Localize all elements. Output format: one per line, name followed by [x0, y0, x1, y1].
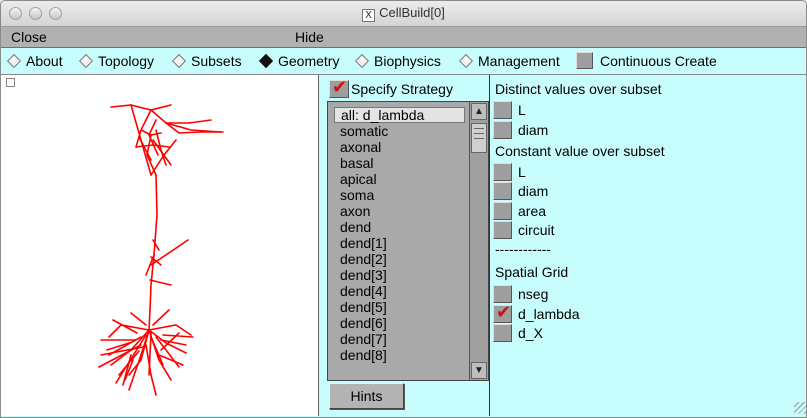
option-label: L: [518, 164, 526, 180]
up-arrow-icon: ▲: [474, 106, 484, 117]
geometry-options-panel: Distinct values over subset L diam Const…: [490, 75, 806, 416]
scroll-thumb[interactable]: [471, 123, 487, 153]
tab-label: Geometry: [278, 53, 340, 69]
list-item[interactable]: dend: [328, 219, 471, 235]
tab-about[interactable]: About: [6, 53, 63, 69]
tab-geometry[interactable]: Geometry: [258, 53, 340, 69]
checkbox-icon: ✔: [493, 302, 512, 323]
spatial-d-x-checkbox[interactable]: d_X: [493, 324, 543, 342]
tab-bar: About Topology Subsets Geometry Biophysi…: [1, 48, 806, 75]
checkbox-icon: [493, 202, 512, 220]
shape-plot-panel[interactable]: [1, 75, 319, 416]
list-item[interactable]: dend[2]: [328, 251, 471, 267]
subset-list-scrollbar[interactable]: ▲ ▼: [469, 102, 488, 380]
tab-subsets[interactable]: Subsets: [171, 53, 242, 69]
list-item[interactable]: dend[3]: [328, 267, 471, 283]
continuous-create-label: Continuous Create: [600, 52, 717, 69]
list-item[interactable]: basal: [328, 155, 471, 171]
checkbox-icon: [493, 221, 512, 239]
window-title: CellBuild[0]: [379, 5, 445, 20]
tab-label: Subsets: [191, 53, 242, 69]
radio-diamond-icon: [78, 53, 94, 69]
distinct-values-heading: Distinct values over subset: [495, 81, 662, 97]
option-label: d_lambda: [518, 306, 580, 322]
neuron-morphology: [98, 104, 224, 396]
checkbox-icon: [576, 52, 593, 69]
cellbuild-window: X CellBuild[0] Close Hide About Topology …: [0, 0, 807, 418]
title-bar[interactable]: X CellBuild[0]: [1, 1, 806, 27]
option-label: circuit: [518, 222, 555, 238]
option-label: diam: [518, 122, 549, 138]
option-label: diam: [518, 183, 549, 199]
radio-diamond-icon: [458, 53, 474, 69]
list-item[interactable]: dend[6]: [328, 315, 471, 331]
radio-diamond-selected-icon: [258, 53, 274, 69]
subset-panel: ✔ Specify Strategy all: d_lambda somatic…: [319, 75, 490, 416]
list-item[interactable]: all: d_lambda: [334, 107, 465, 123]
tab-management[interactable]: Management: [458, 53, 560, 69]
continuous-create-toggle[interactable]: Continuous Create: [576, 52, 717, 69]
list-item[interactable]: apical: [328, 171, 471, 187]
constant-area-checkbox[interactable]: area: [493, 202, 546, 220]
tab-topology[interactable]: Topology: [78, 53, 155, 69]
menubar: Close Hide: [1, 27, 806, 48]
checkmark-icon: ✔: [496, 302, 512, 323]
option-label: d_X: [518, 325, 543, 341]
distinct-L-checkbox[interactable]: L: [493, 101, 526, 119]
tab-label: Biophysics: [374, 53, 441, 69]
checkbox-icon: [493, 285, 512, 303]
radio-diamond-icon: [354, 53, 370, 69]
spatial-nseg-checkbox[interactable]: nseg: [493, 285, 548, 303]
checkbox-icon: [493, 101, 512, 119]
tab-label: Management: [478, 53, 560, 69]
option-label: nseg: [518, 286, 549, 302]
constant-L-checkbox[interactable]: L: [493, 163, 526, 181]
list-item[interactable]: dend[4]: [328, 283, 471, 299]
tab-biophysics[interactable]: Biophysics: [354, 53, 441, 69]
spatial-d-lambda-checkbox[interactable]: ✔ d_lambda: [493, 302, 580, 323]
scroll-up-button[interactable]: ▲: [471, 103, 487, 120]
radio-diamond-icon: [6, 53, 22, 69]
specify-strategy-checkbox[interactable]: ✔ Specify Strategy: [329, 77, 453, 98]
tab-label: About: [26, 53, 63, 69]
option-label: area: [518, 203, 547, 219]
close-menu-button[interactable]: Close: [11, 29, 47, 45]
constant-value-heading: Constant value over subset: [495, 143, 665, 159]
radio-diamond-icon: [171, 53, 187, 69]
tab-label: Topology: [98, 53, 155, 69]
option-label: L: [518, 102, 526, 118]
list-item[interactable]: somatic: [328, 123, 471, 139]
list-item[interactable]: axonal: [328, 139, 471, 155]
checkbox-icon: [493, 163, 512, 181]
checkmark-icon: ✔: [332, 77, 348, 98]
checkbox-icon: [493, 182, 512, 200]
down-arrow-icon: ▼: [474, 365, 484, 376]
list-item[interactable]: dend[5]: [328, 299, 471, 315]
checkbox-icon: [493, 324, 512, 342]
x11-icon: X: [362, 9, 376, 22]
scroll-down-button[interactable]: ▼: [471, 362, 487, 379]
subset-list[interactable]: all: d_lambda somatic axonal basal apica…: [327, 101, 489, 381]
subset-list-items: all: d_lambda somatic axonal basal apica…: [328, 102, 471, 380]
resize-grip-icon[interactable]: [794, 402, 806, 414]
list-item[interactable]: dend[7]: [328, 331, 471, 347]
spatial-grid-heading: Spatial Grid: [495, 264, 569, 280]
list-item[interactable]: axon: [328, 203, 471, 219]
hide-menu-button[interactable]: Hide: [295, 29, 324, 45]
list-item[interactable]: soma: [328, 187, 471, 203]
constant-diam-checkbox[interactable]: diam: [493, 182, 548, 200]
constant-circuit-checkbox[interactable]: circuit: [493, 221, 555, 239]
list-item[interactable]: dend[1]: [328, 235, 471, 251]
distinct-diam-checkbox[interactable]: diam: [493, 121, 548, 139]
specify-strategy-label: Specify Strategy: [351, 81, 453, 97]
separator-line: ------------: [495, 241, 551, 257]
window-title-wrap: X CellBuild[0]: [1, 5, 806, 22]
list-item[interactable]: dend[8]: [328, 347, 471, 363]
checkbox-icon: [493, 121, 512, 139]
checkbox-icon: ✔: [329, 77, 349, 98]
hints-button[interactable]: Hints: [329, 383, 404, 409]
